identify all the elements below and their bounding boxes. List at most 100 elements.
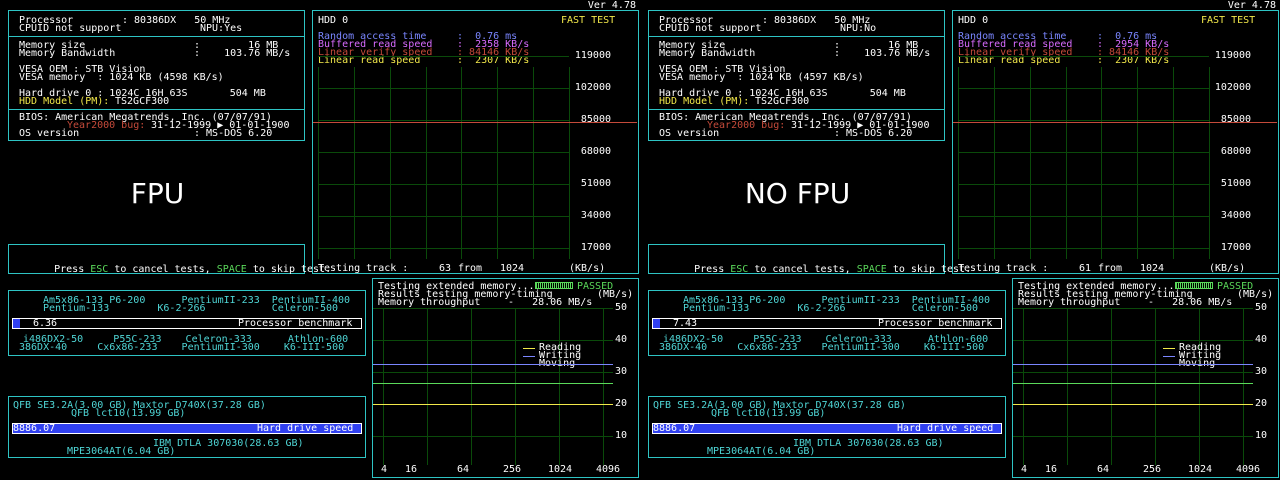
hdd-model-value: TS2GCF300 xyxy=(115,96,170,107)
hdd-graph-box: HDD 0 FAST TEST Random access time : 0.7… xyxy=(312,10,639,274)
os-label: OS version xyxy=(659,128,720,139)
hdd-axis-label: 85000 xyxy=(1220,114,1251,125)
hd-bench-top2: QFB lct10(13.99 GB) xyxy=(71,408,186,419)
hdd-grid-vline xyxy=(1137,67,1139,259)
mem-grid-hline xyxy=(1013,436,1253,437)
hdd-axis-label: 102000 xyxy=(1214,82,1251,93)
cpu-bench-fill xyxy=(653,319,660,328)
mem-grid-hline xyxy=(1013,372,1253,373)
hdd-axis-label: 34000 xyxy=(580,210,611,221)
mem-axis-label: 40 xyxy=(614,334,627,345)
cpu-bench-bot2: 386DX-40 Cx6x86-233 PentiumII-300 K6-III… xyxy=(19,342,345,353)
hd-bench-bot1: IBM DTLA 307030(28.63 GB) xyxy=(793,438,944,449)
mem-x-tick: 4096 xyxy=(1236,464,1261,475)
memory-graph-box: Testing extended memory... PASSED Result… xyxy=(372,278,639,478)
mem-grid-vline xyxy=(1199,309,1200,465)
mem-grid-hline xyxy=(1013,308,1253,309)
hdd-grid-vline xyxy=(958,67,959,259)
hdd-axis-label: 68000 xyxy=(580,146,611,157)
membw-label: Memory Bandwidth xyxy=(659,48,756,59)
testing-track-label: Testing track : xyxy=(958,263,1049,274)
hdd-grid-hline xyxy=(958,248,1209,249)
hdd-grid-hline xyxy=(958,88,1209,89)
mem-axis-label: 50 xyxy=(614,302,627,313)
hdd-grid-hline xyxy=(318,56,569,57)
mem-throughput-value: - 28.06 MB/s xyxy=(1148,297,1233,308)
benchmark-panel-nofpu: Ver 4.78 Processor : 80386DX 50 MHz CPUI… xyxy=(640,0,1280,480)
mem-x-tick: 16 xyxy=(405,464,418,475)
cpu-bench-label: Processor benchmark xyxy=(238,318,353,329)
esc-key-label: ESC xyxy=(730,264,749,275)
hd-bench-value: 8886.07 xyxy=(653,423,696,434)
hdd-grid-vline xyxy=(1173,67,1175,259)
memory-progress-bar xyxy=(1175,282,1213,289)
legend-swatch xyxy=(1163,356,1175,357)
mem-grid-vline xyxy=(1155,309,1156,465)
hd-bench-label: Hard drive speed xyxy=(257,423,354,434)
cpuid-label: CPUID not support xyxy=(19,23,122,34)
mem-grid-vline xyxy=(471,309,472,465)
mem-grid-hline xyxy=(373,308,613,309)
testing-track-total: 1024 xyxy=(1140,263,1165,274)
hd-benchmark-box: QFB SE3.2A(3.00 GB) Maxtor D740X(37.28 G… xyxy=(648,396,1006,458)
hdd-grid-hline xyxy=(958,56,1209,57)
mem-series-line xyxy=(373,404,613,405)
memory-graph-box: Testing extended memory... PASSED Result… xyxy=(1012,278,1279,478)
legend-swatch xyxy=(523,356,535,357)
linear-read-value: : 2307 KB/s xyxy=(1097,55,1170,66)
instructions-pre: Press xyxy=(694,264,731,275)
os-value: : MS-DOS 6.20 xyxy=(194,128,273,139)
hdd-grid-vline xyxy=(389,67,391,259)
testing-track-from: from xyxy=(1098,263,1123,274)
space-key-label: SPACE xyxy=(856,264,887,275)
testing-track-value: 61 xyxy=(1079,263,1092,274)
mem-x-tick: 4 xyxy=(1021,464,1028,475)
cpu-benchmark-box: Am5x86-133 P6-200 PentiumII-233 PentiumI… xyxy=(648,290,1006,356)
membw-value: : 103.76 MB/s xyxy=(194,48,291,59)
hdd-axis-label: 51000 xyxy=(580,178,611,189)
membw-label: Memory Bandwidth xyxy=(19,48,116,59)
hdd-grid-hline xyxy=(958,152,1209,153)
hdd-axis-label: 68000 xyxy=(1220,146,1251,157)
cpu-bench-value: 7.43 xyxy=(673,318,698,329)
hdd-axis-label: 102000 xyxy=(574,82,611,93)
mem-axis-label: 10 xyxy=(614,430,627,441)
hd-bench-bot2: MPE3064AT(6.04 GB) xyxy=(67,446,176,457)
instructions-box: Press ESC to cancel tests, SPACE to skip… xyxy=(8,244,331,275)
cpuid-label: CPUID not support xyxy=(659,23,762,34)
memory-progress-bar xyxy=(535,282,573,289)
hdd-unit: (KB/s) xyxy=(569,263,606,274)
instructions-text: Press ESC to cancel tests, SPACE to skip… xyxy=(18,255,331,285)
mem-x-tick: 16 xyxy=(1045,464,1058,475)
mem-series-line xyxy=(1013,404,1253,405)
hdd-speed-line xyxy=(313,121,637,123)
hdd-grid-vline xyxy=(993,67,995,259)
membw-value: : 103.76 MB/s xyxy=(834,48,931,59)
cpu-benchmark-box: Am5x86-133 P6-200 PentiumII-233 PentiumI… xyxy=(8,290,366,356)
instructions-mid: to cancel tests, xyxy=(108,264,217,275)
hdd-grid-vline xyxy=(497,67,499,259)
mem-throughput-label: Memory throughput xyxy=(378,297,481,308)
mem-grid-hline xyxy=(1013,340,1253,341)
hdd-grid-vline xyxy=(569,67,570,259)
mem-axis-label: 40 xyxy=(1254,334,1267,345)
mem-grid-vline xyxy=(515,309,516,465)
hdd-axis-label: 17000 xyxy=(580,242,611,253)
mem-throughput-label: Memory throughput xyxy=(1018,297,1121,308)
hdd-graph-box: HDD 0 FAST TEST Random access time : 0.7… xyxy=(952,10,1279,274)
linear-read-label: Linear read speed xyxy=(318,55,421,66)
mem-x-tick: 64 xyxy=(457,464,470,475)
mem-grid-hline xyxy=(373,436,613,437)
vesa-memory: VESA memory : 1024 KB (4597 KB/s) xyxy=(659,72,864,83)
mem-x-tick: 256 xyxy=(503,464,522,475)
mem-unit: (MB/s) xyxy=(597,289,634,300)
mem-series-line xyxy=(373,383,613,384)
hdd-grid-vline xyxy=(1101,67,1103,259)
mem-series-line xyxy=(373,364,613,365)
mem-grid-vline xyxy=(427,309,428,465)
mem-grid-hline xyxy=(373,340,613,341)
hd-bench-label: Hard drive speed xyxy=(897,423,994,434)
divider xyxy=(649,36,944,37)
os-value: : MS-DOS 6.20 xyxy=(834,128,913,139)
hdd-unit: (KB/s) xyxy=(1209,263,1246,274)
